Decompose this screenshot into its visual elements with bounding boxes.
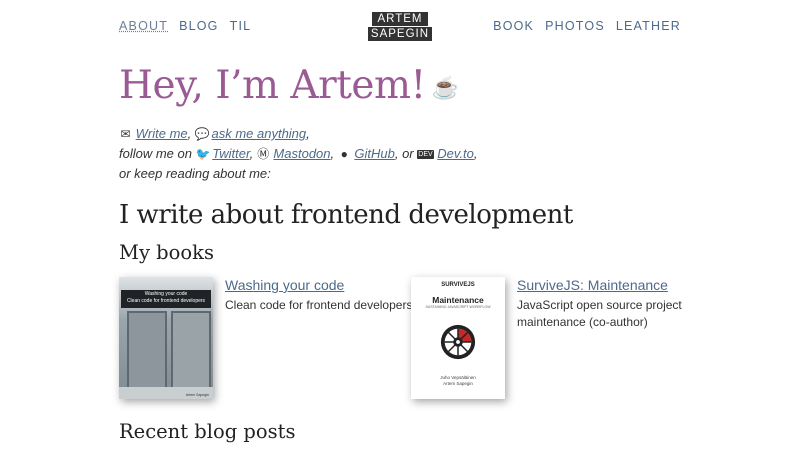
- page-title: Hey, I’m Artem! ☕: [119, 63, 459, 108]
- nav-link-about[interactable]: About: [119, 19, 168, 33]
- cover-subtitle: Clean code for frontend developers: [126, 298, 206, 304]
- nav-right: Book Photos Leather: [482, 19, 681, 33]
- mastodon-link[interactable]: Mastodon: [273, 146, 330, 161]
- cover-author: Artem Sapegin: [185, 393, 209, 397]
- cover-door-right: [171, 311, 211, 395]
- keep-reading-text: or keep reading about me:: [119, 166, 271, 182]
- book-title-link[interactable]: SurviveJS: Maintenance: [517, 277, 668, 293]
- devto-icon: DEV: [417, 150, 434, 160]
- section-heading: I write about frontend development: [119, 200, 573, 230]
- nav-left: About Blog TIL: [119, 19, 262, 33]
- nav-link-blog[interactable]: Blog: [179, 19, 219, 33]
- cover-authors: Juho Vepsäläinen Artem Sapegin: [411, 375, 505, 387]
- nav-link-book[interactable]: Book: [493, 19, 534, 33]
- book-title-link[interactable]: Washing your code: [225, 277, 344, 293]
- logo-line-2: SAPEGIN: [368, 27, 432, 41]
- or-text: , or: [394, 146, 414, 161]
- nav-link-til[interactable]: TIL: [230, 19, 252, 33]
- cover-brand: SURVIVEJS: [441, 282, 475, 288]
- books-heading: My books: [119, 241, 214, 264]
- cover-author-1: Juho Vepsäläinen: [440, 375, 476, 380]
- book-description: Clean code for frontend developers: [225, 298, 413, 312]
- cover-wheel-icon: [440, 324, 476, 360]
- nav-link-photos[interactable]: Photos: [545, 19, 605, 33]
- cover-author-2: Artem Sapegin: [443, 381, 473, 386]
- twitter-icon: 🐦: [195, 147, 211, 161]
- book-cover-washing-your-code[interactable]: Washing your code Clean code for fronten…: [119, 277, 213, 399]
- github-link[interactable]: GitHub: [354, 146, 394, 161]
- site-logo[interactable]: ARTEM SAPEGIN: [368, 12, 432, 42]
- cover-title: Maintenance: [432, 295, 484, 305]
- speech-bubble-icon: 💬: [194, 127, 210, 141]
- coffee-cup-icon: ☕: [431, 75, 459, 101]
- hero-text: Hey, I’m Artem!: [119, 63, 426, 108]
- book-cover-survivejs[interactable]: SURVIVEJS Maintenance SUSTAINING JAVASCR…: [411, 277, 505, 399]
- logo-line-1: ARTEM: [372, 12, 428, 26]
- envelope-icon: ✉: [120, 127, 131, 141]
- write-me-link[interactable]: Write me: [136, 126, 188, 141]
- nav-link-leather[interactable]: Leather: [616, 19, 681, 33]
- ask-me-link[interactable]: ask me anything: [211, 126, 306, 141]
- cover-title: Washing your code: [144, 291, 188, 297]
- twitter-link[interactable]: Twitter: [212, 146, 249, 161]
- intro-text: ✉ Write me, 💬 ask me anything, follow me…: [119, 126, 478, 182]
- cover-band: Washing your code Clean code for fronten…: [121, 290, 211, 308]
- mastodon-icon: Ⓜ: [257, 147, 270, 161]
- devto-link[interactable]: Dev.to: [437, 146, 474, 161]
- cover-subtitle: SUSTAINING JAVASCRIPT WORKFLOW: [425, 305, 491, 309]
- cover-door-left: [127, 311, 167, 395]
- book-description: JavaScript open source project maintenan…: [517, 298, 682, 329]
- follow-prefix: follow me on: [119, 146, 192, 161]
- github-icon: ●: [340, 147, 348, 161]
- recent-posts-heading: Recent blog posts: [119, 420, 296, 443]
